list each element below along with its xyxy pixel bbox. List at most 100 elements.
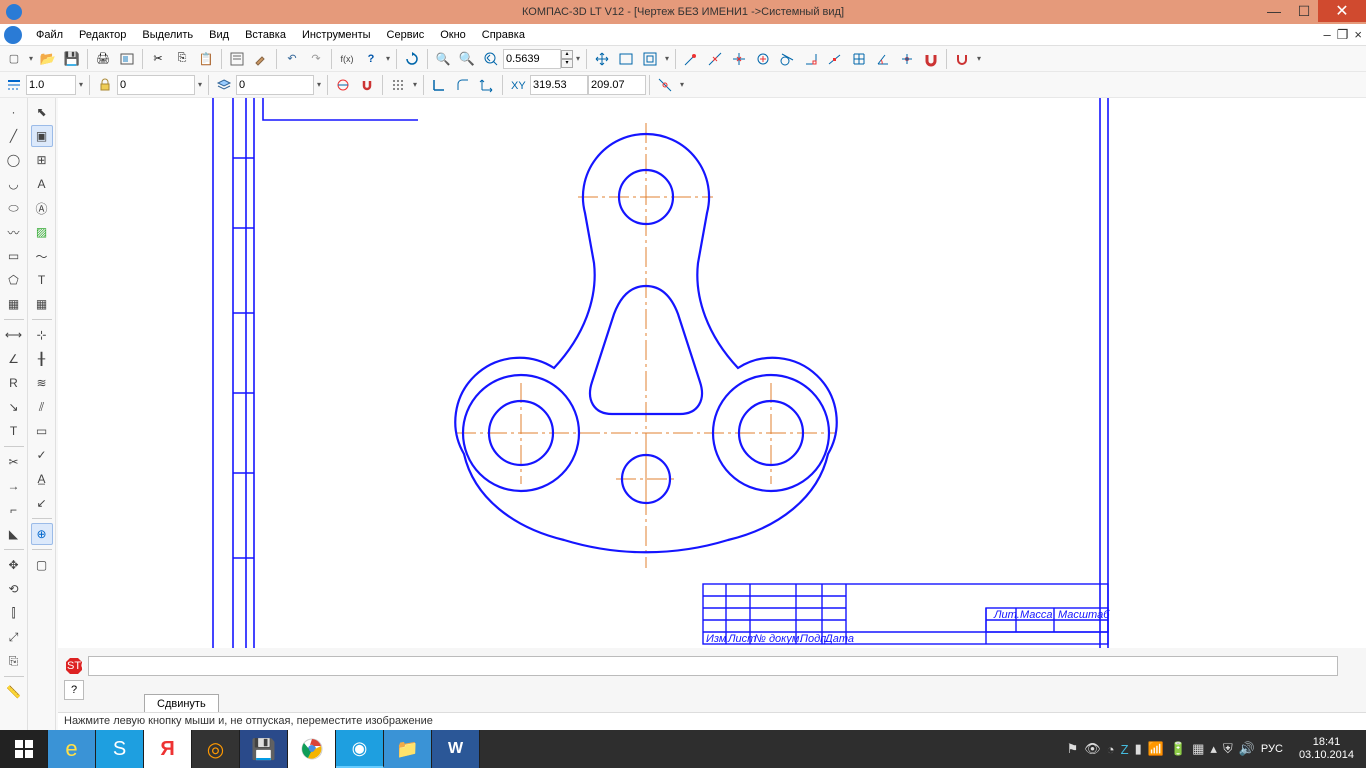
snap-local-button[interactable] <box>332 74 354 96</box>
scale-tool[interactable]: ⤢ <box>3 626 25 648</box>
tray-app-icon[interactable]: ▦ <box>1192 741 1204 757</box>
polygon-tool[interactable]: ⬠ <box>3 269 25 291</box>
select-rect-tool[interactable]: ▣ <box>31 125 53 147</box>
zoom-prev-button[interactable] <box>480 48 502 70</box>
view-tool[interactable]: ▢ <box>31 554 53 576</box>
undo-button[interactable] <box>281 48 303 70</box>
preview-button[interactable] <box>116 48 138 70</box>
snap-perp-button[interactable] <box>800 48 822 70</box>
select-tool[interactable]: ⬉ <box>31 101 53 123</box>
tray-up-icon[interactable]: ▴ <box>1210 741 1217 757</box>
aux-grid-tool[interactable]: ⊞ <box>31 149 53 171</box>
tray-clock[interactable]: 18:41 03.10.2014 <box>1299 736 1354 762</box>
menu-tools[interactable]: Инструменты <box>294 27 379 43</box>
step-input[interactable] <box>26 75 76 95</box>
pan-button[interactable] <box>591 48 613 70</box>
dim-angle-tool[interactable]: ∠ <box>3 348 25 370</box>
snap-tan-button[interactable] <box>776 48 798 70</box>
lcs-button[interactable] <box>476 74 498 96</box>
tray-sync-icon[interactable]: ◔ <box>1107 742 1115 757</box>
menu-edit[interactable]: Редактор <box>71 27 134 43</box>
task-ie[interactable]: e <box>48 730 96 768</box>
snap-ext-button[interactable] <box>654 74 676 96</box>
zoom-window-button[interactable] <box>432 48 454 70</box>
round-button[interactable] <box>452 74 474 96</box>
ellipse-tool[interactable]: ⬭ <box>3 197 25 219</box>
snap-settings-button[interactable] <box>951 48 973 70</box>
mdi-close-icon[interactable]: × <box>1354 27 1362 43</box>
coord-mode-button[interactable]: XY <box>507 74 529 96</box>
fillet-tool[interactable]: ⌐ <box>3 499 25 521</box>
bezier-tool[interactable]: 〜 <box>31 245 53 267</box>
roughness-tool[interactable]: ✓ <box>31 444 53 466</box>
task-explorer[interactable]: 📁 <box>384 730 432 768</box>
snap-angle-button[interactable] <box>872 48 894 70</box>
chamfer-tool[interactable]: ◣ <box>3 523 25 545</box>
layer-input[interactable] <box>236 75 314 95</box>
tray-eye-icon[interactable]: 👁 <box>1084 741 1101 757</box>
style-lock-button[interactable] <box>94 74 116 96</box>
zoom-spinner[interactable]: ▴▾ <box>561 50 573 68</box>
table-tool[interactable]: ▦ <box>31 293 53 315</box>
tolerance-tool[interactable]: ▭ <box>31 420 53 442</box>
menu-help[interactable]: Справка <box>474 27 533 43</box>
copy-button[interactable] <box>171 48 193 70</box>
spline-tool[interactable]: 〰 <box>3 221 25 243</box>
origin-tool[interactable]: ⊕ <box>31 523 53 545</box>
zoom-in-button[interactable]: 🔍 <box>456 48 478 70</box>
style-input[interactable] <box>117 75 195 95</box>
zoom-input[interactable] <box>503 49 561 69</box>
tray-battery-icon[interactable]: 🔋 <box>1170 741 1186 757</box>
task-save[interactable]: 💾 <box>240 730 288 768</box>
leader-tool[interactable]: ↘ <box>3 396 25 418</box>
task-aimp[interactable]: ◎ <box>192 730 240 768</box>
measure-tool[interactable]: 📏 <box>3 681 25 703</box>
line-tool[interactable]: ╱ <box>3 125 25 147</box>
move-tool[interactable]: ✥ <box>3 554 25 576</box>
aux-line-tool[interactable]: A <box>31 173 53 195</box>
copy-props-button[interactable] <box>250 48 272 70</box>
help-button[interactable] <box>360 48 382 70</box>
start-button[interactable] <box>0 730 48 768</box>
menu-service[interactable]: Сервис <box>379 27 433 43</box>
task-kompas[interactable]: ◉ <box>336 730 384 768</box>
stop-button[interactable]: STOP <box>64 656 84 676</box>
redo-button[interactable] <box>305 48 327 70</box>
dim-linear-tool[interactable]: ⟷ <box>3 324 25 346</box>
refresh-button[interactable] <box>401 48 423 70</box>
tray-z-icon[interactable]: Z <box>1121 742 1129 757</box>
paste-button[interactable] <box>195 48 217 70</box>
snap-point-button[interactable] <box>896 48 918 70</box>
new-button[interactable] <box>3 48 25 70</box>
point-tool[interactable]: · <box>3 101 25 123</box>
properties-button[interactable] <box>226 48 248 70</box>
axis-tool[interactable]: ⊹ <box>31 324 53 346</box>
zoom-scale-button[interactable] <box>639 48 661 70</box>
snap-grid-button[interactable] <box>848 48 870 70</box>
aux-circle-tool[interactable]: Ⓐ <box>31 197 53 219</box>
break-tool[interactable]: ⫽ <box>31 396 53 418</box>
task-word[interactable]: W <box>432 730 480 768</box>
circle-tool[interactable]: ◯ <box>3 149 25 171</box>
rect-tool[interactable]: ▭ <box>3 245 25 267</box>
help-dropdown[interactable]: ▾ <box>383 54 393 63</box>
tray-volume-icon[interactable]: 🔊 <box>1239 741 1255 757</box>
minimize-button[interactable]: — <box>1258 0 1290 22</box>
trim-tool[interactable]: ✂ <box>3 451 25 473</box>
mdi-minimize-icon[interactable]: – <box>1324 27 1331 43</box>
menu-view[interactable]: Вид <box>201 27 237 43</box>
arrow-tool[interactable]: ↙ <box>31 492 53 514</box>
tray-language[interactable]: РУС <box>1261 743 1283 755</box>
snap-cen-button[interactable] <box>752 48 774 70</box>
layers-button[interactable] <box>213 74 235 96</box>
snap-global-button[interactable] <box>356 74 378 96</box>
save-button[interactable] <box>61 48 83 70</box>
menu-select[interactable]: Выделить <box>134 27 201 43</box>
new-dropdown[interactable]: ▾ <box>26 54 36 63</box>
command-tab[interactable]: Сдвинуть <box>144 694 219 713</box>
centerline-tool[interactable]: ╂ <box>31 348 53 370</box>
menu-file[interactable]: Файл <box>28 27 71 43</box>
grid-button[interactable] <box>387 74 409 96</box>
snap-toggle-button[interactable] <box>920 48 942 70</box>
menu-window[interactable]: Окно <box>432 27 474 43</box>
